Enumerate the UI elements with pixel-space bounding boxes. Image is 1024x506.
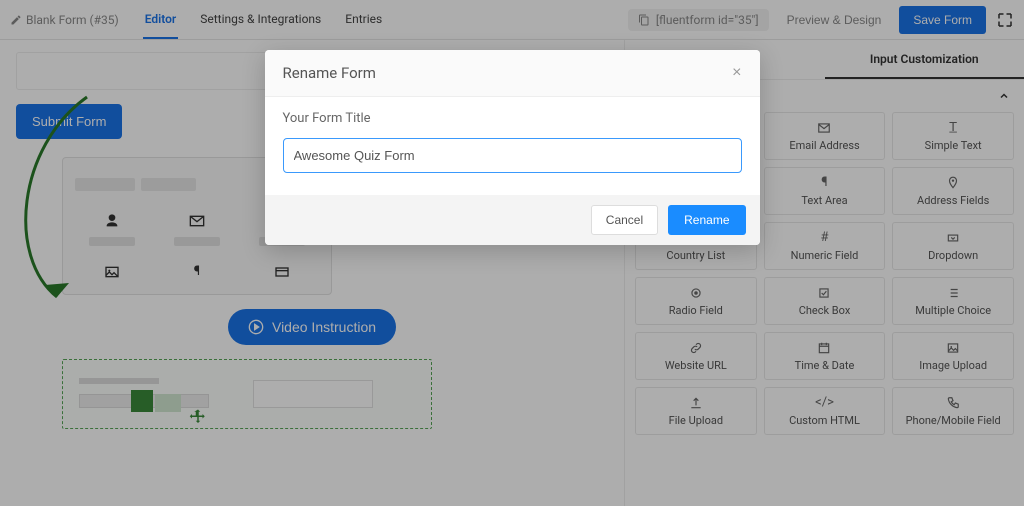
modal-body: Your Form Title: [265, 97, 760, 195]
modal-header: Rename Form ×: [265, 50, 760, 97]
modal-overlay[interactable]: Rename Form × Your Form Title Cancel Ren…: [0, 0, 1024, 506]
rename-form-modal: Rename Form × Your Form Title Cancel Ren…: [265, 50, 760, 245]
close-icon: ×: [732, 64, 741, 81]
modal-title: Rename Form: [283, 64, 376, 82]
modal-footer: Cancel Rename: [265, 195, 760, 245]
form-title-input[interactable]: [283, 138, 742, 173]
cancel-button[interactable]: Cancel: [591, 205, 658, 235]
rename-button[interactable]: Rename: [668, 205, 745, 235]
form-title-label: Your Form Title: [283, 111, 742, 126]
modal-close-button[interactable]: ×: [732, 64, 741, 82]
